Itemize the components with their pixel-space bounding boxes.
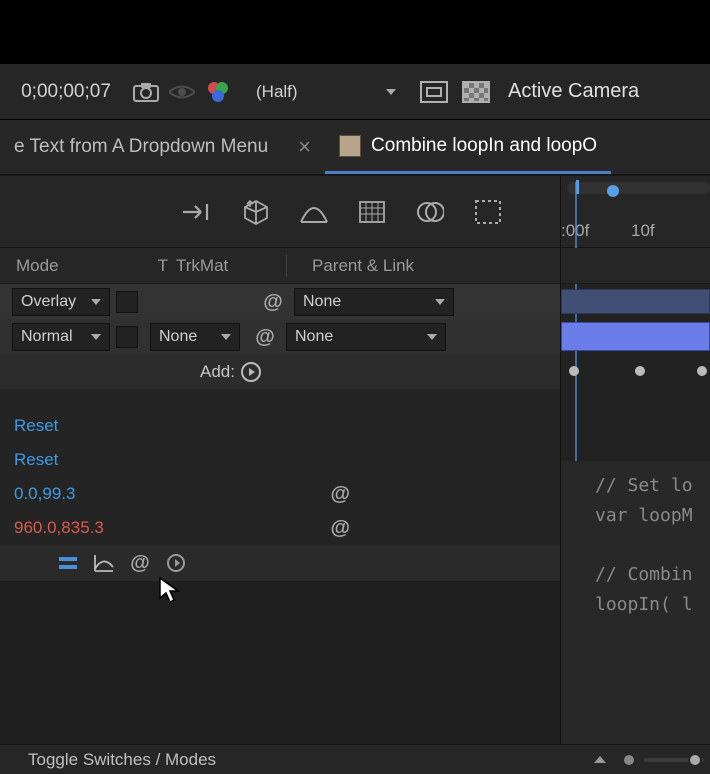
collapse-icon[interactable] <box>594 756 606 763</box>
ruler-tick: 10f <box>631 221 701 241</box>
reset-link[interactable]: Reset <box>14 416 58 436</box>
close-icon[interactable]: × <box>298 134 311 160</box>
graph-editor-icon[interactable] <box>470 197 506 227</box>
position-y[interactable]: 835.3 <box>61 518 104 538</box>
work-area-bar[interactable] <box>567 182 710 194</box>
motion-blur-icon[interactable] <box>354 197 390 227</box>
timeline-zoom-slider[interactable] <box>644 758 704 762</box>
property-row-reset: Reset <box>0 443 560 477</box>
snapshot-icon[interactable] <box>130 76 162 108</box>
timeline-layer-bar[interactable] <box>561 284 710 319</box>
3d-cube-icon[interactable] <box>238 197 274 227</box>
parent-value: None <box>295 328 333 346</box>
layer-row[interactable]: Overlay @ None <box>0 284 560 319</box>
timeline-layer-bar[interactable] <box>561 319 710 354</box>
chevron-down-icon <box>427 334 437 340</box>
chevron-down-icon <box>386 89 396 95</box>
expression-code-area[interactable]: // Set lo var loopM // Combin loopIn( l <box>561 461 710 744</box>
add-animator-button[interactable] <box>241 362 261 382</box>
col-parent[interactable]: Parent & Link <box>294 256 554 276</box>
time-ruler[interactable]: :00f 10f <box>561 176 710 248</box>
chevron-down-icon <box>221 334 231 340</box>
layer-rows: Overlay @ None Normal None @ None <box>0 284 560 354</box>
frame-blend-icon[interactable] <box>296 197 332 227</box>
pickwhip-icon[interactable]: @ <box>330 518 350 538</box>
tab-dropdown-text[interactable]: e Text from A Dropdown Menu × <box>0 120 325 174</box>
expression-controls-row: @ <box>0 545 560 581</box>
keyframe-dot[interactable] <box>635 366 645 376</box>
resolution-dropdown[interactable]: (Half) <box>246 73 406 111</box>
blend-mode-dropdown[interactable]: Overlay <box>12 288 110 316</box>
parent-dropdown[interactable]: None <box>286 323 446 351</box>
expression-language-menu-icon[interactable] <box>164 551 188 575</box>
work-area-thumb[interactable] <box>607 185 619 197</box>
timeline-keyframes-row[interactable] <box>561 354 710 389</box>
timeline-footer: Toggle Switches / Modes <box>0 744 710 774</box>
property-row-position: 960.0,835.3 @ <box>0 511 560 545</box>
shy-icon[interactable] <box>180 197 216 227</box>
chevron-down-icon <box>91 299 101 305</box>
composition-tab-strip: e Text from A Dropdown Menu × Combine lo… <box>0 120 710 176</box>
expression-graph-icon[interactable] <box>92 551 116 575</box>
viewer-toolbar: 0;00;00;07 (Half) Active Camera <box>0 64 710 120</box>
animator-add-row: Add: <box>0 354 560 389</box>
expression-enable-icon[interactable] <box>56 551 80 575</box>
preserve-transparency-toggle[interactable] <box>116 291 138 313</box>
top-black-strip <box>0 0 710 64</box>
property-row-reset: Reset <box>0 409 560 443</box>
position-x[interactable]: 960.0 <box>14 518 57 538</box>
preserve-transparency-toggle[interactable] <box>116 326 138 348</box>
col-trkmat[interactable]: TrkMat <box>176 256 286 276</box>
ruler-tick: :00f <box>561 221 631 241</box>
parent-value: None <box>303 293 341 311</box>
timeline-column: :00f 10f // Set lo var loopM // Combin l… <box>560 176 710 744</box>
pickwhip-icon[interactable]: @ <box>262 291 284 313</box>
overlap-icon[interactable] <box>412 197 448 227</box>
col-t[interactable]: T <box>130 256 176 276</box>
tab-label: Combine loopIn and loopO <box>371 135 597 157</box>
chevron-down-icon <box>91 334 101 340</box>
channel-icon[interactable] <box>202 76 234 108</box>
blend-mode-value: Normal <box>21 328 73 346</box>
columns-header: Mode T TrkMat Parent & Link <box>0 248 560 284</box>
resolution-value: (Half) <box>256 82 298 102</box>
pickwhip-icon[interactable]: @ <box>254 326 276 348</box>
col-divider <box>286 255 294 277</box>
zoom-slider-thumb[interactable] <box>688 753 702 767</box>
ruler-labels: :00f 10f <box>561 221 710 241</box>
trkmat-value: None <box>159 328 197 346</box>
anchor-x[interactable]: 0.0 <box>14 484 38 504</box>
checker-icon[interactable] <box>462 81 490 103</box>
pickwhip-icon[interactable]: @ <box>330 484 350 504</box>
blend-mode-dropdown[interactable]: Normal <box>12 323 110 351</box>
property-row-anchor: 0.0,99.3 @ <box>0 477 560 511</box>
chevron-down-icon <box>435 299 445 305</box>
trkmat-dropdown[interactable]: None <box>150 323 240 351</box>
keyframe-dot[interactable] <box>697 366 707 376</box>
timecode-display[interactable]: 0;00;00;07 <box>6 81 126 103</box>
zoom-slider-start <box>624 755 634 765</box>
property-area: Reset Reset 0.0,99.3 @ 960.0,835.3 @ <box>0 389 560 545</box>
layer-row[interactable]: Normal None @ None <box>0 319 560 354</box>
col-mode[interactable]: Mode <box>0 256 130 276</box>
add-label: Add: <box>200 362 235 382</box>
blend-mode-value: Overlay <box>21 293 76 311</box>
anchor-y[interactable]: 99.3 <box>42 484 75 504</box>
transparency-grid-icon[interactable] <box>420 81 448 103</box>
keyframe-dot[interactable] <box>569 366 579 376</box>
show-snapshot-icon[interactable] <box>166 76 198 108</box>
tab-label: e Text from A Dropdown Menu <box>14 136 268 158</box>
active-camera-label[interactable]: Active Camera <box>508 80 639 103</box>
composition-chip-icon <box>339 135 361 157</box>
parent-dropdown[interactable]: None <box>294 288 454 316</box>
timeline-header-spacer <box>561 248 710 284</box>
tab-combine-loop[interactable]: Combine loopIn and loopO <box>325 120 611 174</box>
toggle-switches-button[interactable]: Toggle Switches / Modes <box>28 750 216 770</box>
reset-link[interactable]: Reset <box>14 450 58 470</box>
expression-pickwhip-icon[interactable]: @ <box>128 551 152 575</box>
